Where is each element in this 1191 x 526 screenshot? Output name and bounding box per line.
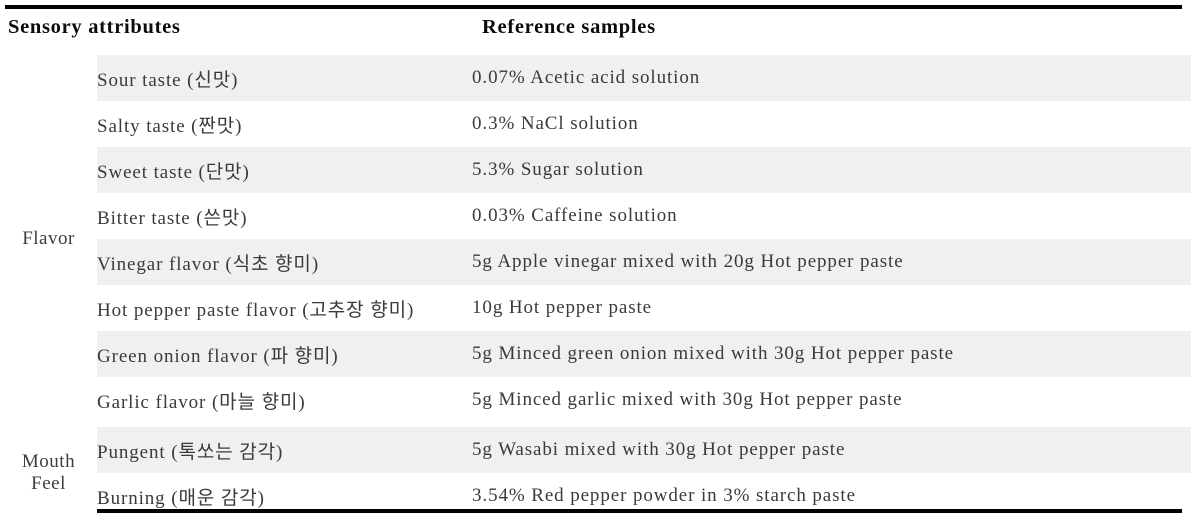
table-row: Salty taste (짠맛) 0.3% NaCl solution (0, 101, 1191, 147)
group-label-mouth-feel: Mouth Feel (0, 427, 97, 519)
attribute-cell: Salty taste (짠맛) (97, 115, 243, 137)
attribute-cell: Sweet taste (단맛) (97, 147, 473, 193)
attribute-cell: Pungent (톡쏘는 감각) (97, 427, 473, 473)
table-row: Sweet taste (단맛) 5.3% Sugar solution (0, 147, 1191, 193)
reference-cell: 5g Minced garlic mixed with 30g Hot pepp… (472, 389, 903, 410)
table-row: Bitter taste (쓴맛) 0.03% Caffeine solutio… (0, 193, 1191, 239)
table-row: Flavor Sour taste (신맛) 0.07% Acetic acid… (0, 55, 1191, 423)
sensory-attributes-table: Sensory attributes Reference samples Fla… (0, 0, 1191, 519)
reference-cell: 5g Apple vinegar mixed with 20g Hot pepp… (472, 239, 1191, 285)
group-label-flavor: Flavor (0, 55, 97, 423)
reference-cell: 3.54% Red pepper powder in 3% starch pas… (472, 485, 856, 506)
table-header: Sensory attributes Reference samples (0, 0, 1191, 55)
table-header-row: Sensory attributes Reference samples (0, 0, 1191, 55)
table-row: Vinegar flavor (식초 향미) 5g Apple vinegar … (0, 239, 1191, 285)
column-header-reference-samples: Reference samples (482, 16, 656, 38)
attribute-cell: Green onion flavor (파 향미) (97, 331, 473, 377)
table-row: Garlic flavor (마늘 향미) 5g Minced garlic m… (0, 377, 1191, 423)
reference-cell: 0.07% Acetic acid solution (472, 55, 1191, 101)
table-body-mouthfeel-group: Mouth Feel Pungent (톡쏘는 감각) 5g Wasabi mi… (0, 427, 1191, 519)
attribute-cell: Garlic flavor (마늘 향미) (97, 391, 306, 413)
sensory-attributes-table-container: Sensory attributes Reference samples Fla… (0, 0, 1191, 526)
group-label-line-2: Feel (31, 473, 66, 494)
reference-cell: 5g Minced green onion mixed with 30g Hot… (472, 331, 1191, 377)
table-row: Green onion flavor (파 향미) 5g Minced gree… (0, 331, 1191, 377)
attribute-cell: Hot pepper paste flavor (고추장 향미) (97, 299, 415, 321)
group-label-line-1: Mouth (21, 450, 76, 472)
reference-cell: 10g Hot pepper paste (472, 297, 652, 318)
column-header-sensory-attributes: Sensory attributes (8, 16, 181, 38)
attribute-cell: Vinegar flavor (식초 향미) (97, 239, 473, 285)
table-row: Hot pepper paste flavor (고추장 향미) 10g Hot… (0, 285, 1191, 331)
attribute-cell: Bitter taste (쓴맛) (97, 207, 248, 229)
table-row: Burning (매운 감각) 3.54% Red pepper powder … (0, 473, 1191, 519)
reference-cell: 0.3% NaCl solution (472, 113, 639, 134)
table-body-flavor-group: Flavor Sour taste (신맛) 0.07% Acetic acid… (0, 55, 1191, 423)
reference-cell: 5.3% Sugar solution (472, 147, 1191, 193)
reference-cell: 5g Wasabi mixed with 30g Hot pepper past… (472, 427, 1191, 473)
reference-cell: 0.03% Caffeine solution (472, 205, 678, 226)
attribute-cell: Sour taste (신맛) (97, 55, 473, 101)
table-row: Mouth Feel Pungent (톡쏘는 감각) 5g Wasabi mi… (0, 427, 1191, 519)
attribute-cell: Burning (매운 감각) (97, 487, 265, 509)
